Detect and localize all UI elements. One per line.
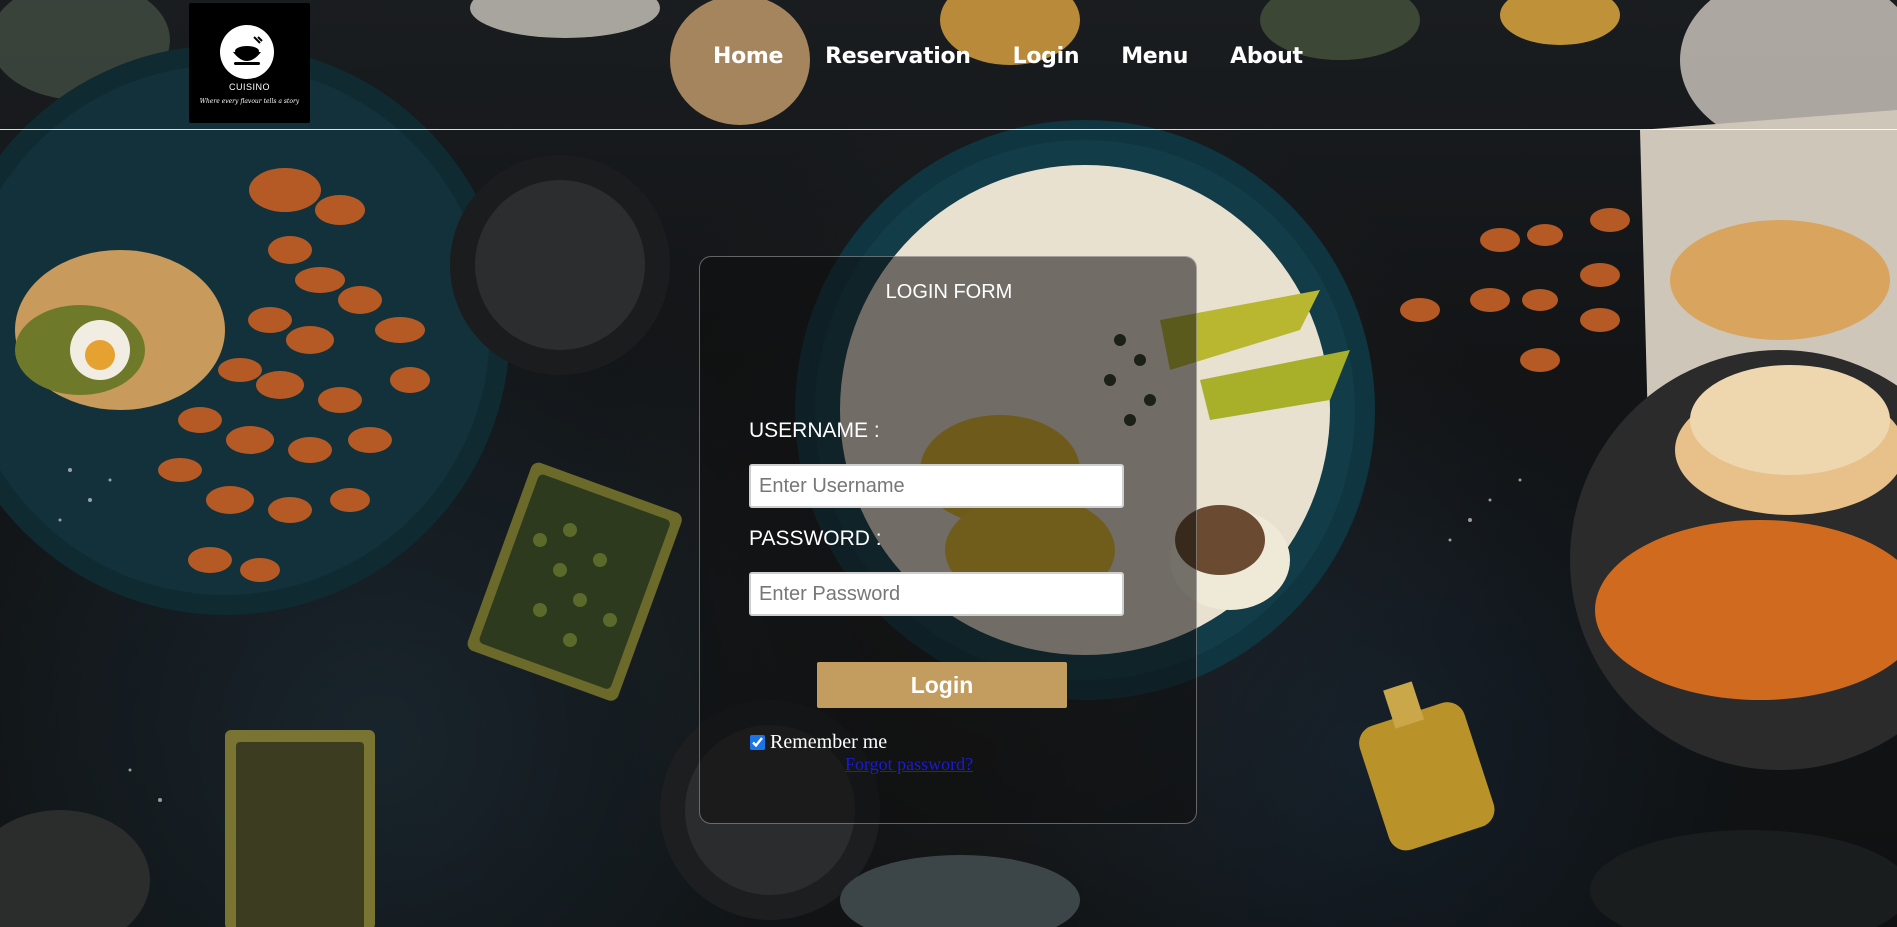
remember-me-row: Remember me (748, 731, 887, 754)
site-header: CUISINO Where every flavour tells a stor… (0, 0, 1897, 130)
forgot-password-link[interactable]: Forgot password? (845, 754, 973, 775)
username-input[interactable] (749, 464, 1124, 508)
bowl-logo-icon (220, 25, 274, 79)
logo-tagline: Where every flavour tells a story (199, 98, 300, 105)
nav-home[interactable]: Home (713, 44, 783, 69)
logo[interactable]: CUISINO Where every flavour tells a stor… (189, 3, 310, 123)
login-form-panel: LOGIN FORM USERNAME : PASSWORD : Login R… (699, 256, 1197, 824)
login-button[interactable]: Login (817, 662, 1067, 708)
nav-reservation[interactable]: Reservation (825, 44, 971, 69)
nav-about[interactable]: About (1230, 44, 1303, 69)
password-label: PASSWORD : (749, 527, 882, 550)
main-nav: Home Reservation Login Menu About (713, 44, 1345, 69)
password-input[interactable] (749, 572, 1124, 616)
form-title: LOGIN FORM (885, 281, 1013, 303)
remember-me-label: Remember me (770, 731, 888, 753)
nav-login[interactable]: Login (1013, 44, 1080, 69)
remember-me-checkbox[interactable] (750, 735, 765, 750)
nav-menu[interactable]: Menu (1121, 44, 1188, 69)
logo-name: CUISINO (228, 82, 270, 92)
username-label: USERNAME : (749, 419, 880, 442)
